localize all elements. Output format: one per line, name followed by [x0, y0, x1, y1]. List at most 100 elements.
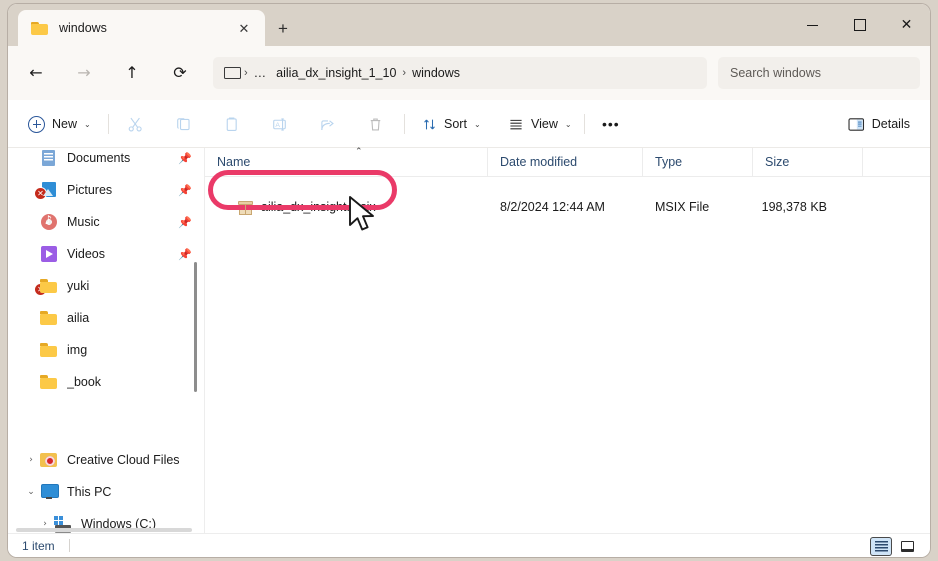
this-pc-icon	[40, 484, 58, 500]
up-button[interactable]: ↑	[116, 57, 148, 89]
chevron-right-icon[interactable]: ›	[22, 455, 40, 465]
list-icon	[508, 116, 524, 132]
toolbar-divider-3	[584, 114, 585, 134]
column-header-date-modified[interactable]: Date modified	[488, 148, 643, 177]
column-header-size[interactable]: Size	[753, 148, 863, 177]
column-header-type[interactable]: Type	[643, 148, 753, 177]
details-pane-button[interactable]: Details	[840, 108, 918, 140]
back-button[interactable]: ←	[20, 57, 52, 89]
paste-button[interactable]	[212, 108, 250, 140]
minimize-button[interactable]	[789, 4, 836, 46]
file-name-cell[interactable]: ailia_dx_insight.msix	[205, 199, 488, 215]
sidebar-item-label: Videos	[67, 247, 176, 261]
error-badge-icon: ✕	[35, 188, 46, 199]
msix-package-icon	[238, 199, 253, 215]
file-explorer-window: windows ✕ + ✕ ← → ↑ ⟳ › … ailia_dx_insig…	[8, 4, 930, 557]
sidebar-item-label: This PC	[67, 485, 200, 499]
table-row[interactable]: ailia_dx_insight.msix 8/2/2024 12:44 AM …	[205, 191, 930, 223]
column-header-name[interactable]: Name ⌃	[205, 148, 488, 177]
file-list-pane: Name ⌃ Date modified Type Size ailia_dx_…	[205, 148, 930, 533]
details-label: Details	[872, 117, 910, 131]
sidebar-item-this-pc[interactable]: ⌄ This PC	[12, 476, 200, 508]
sidebar-scrollbar-thumb[interactable]	[194, 262, 197, 392]
rename-button[interactable]: A	[260, 108, 298, 140]
sidebar-horizontal-scrollbar[interactable]	[16, 528, 192, 532]
view-label: View	[531, 117, 558, 131]
large-icons-view-icon	[901, 541, 914, 552]
column-header-label: Size	[765, 155, 789, 169]
column-header-label: Name	[217, 155, 250, 169]
sidebar-item-label: Pictures	[67, 183, 176, 197]
forward-button[interactable]: →	[68, 57, 100, 89]
copy-button[interactable]	[164, 108, 202, 140]
refresh-button[interactable]: ⟳	[164, 57, 196, 89]
sidebar-item-img[interactable]: img	[12, 334, 200, 366]
close-tab-icon[interactable]: ✕	[233, 17, 255, 39]
scissors-icon	[127, 116, 144, 133]
window-controls: ✕	[789, 4, 930, 46]
sidebar-item-creative-cloud-files[interactable]: › Creative Cloud Files	[12, 444, 200, 476]
sidebar-item-book[interactable]: _book	[12, 366, 200, 398]
sort-ascending-icon: ⌃	[355, 147, 363, 157]
sort-button[interactable]: Sort ⌄	[414, 108, 489, 140]
sort-icon	[422, 117, 437, 132]
breadcrumb-item-0[interactable]: ailia_dx_insight_1_10	[271, 66, 401, 80]
close-window-button[interactable]: ✕	[883, 4, 930, 46]
sidebar-item-label: Music	[67, 215, 176, 229]
videos-icon	[40, 246, 58, 262]
chevron-down-icon: ⌄	[565, 120, 572, 129]
title-bar: windows ✕ + ✕	[8, 4, 930, 46]
error-badge-icon: ✕	[35, 284, 46, 295]
sidebar-item-music[interactable]: Music 📌	[12, 206, 200, 238]
delete-button[interactable]	[356, 108, 394, 140]
search-box[interactable]	[718, 57, 920, 89]
sidebar-item-videos[interactable]: Videos 📌	[12, 238, 200, 270]
folder-icon	[40, 374, 58, 390]
pin-icon[interactable]: 📌	[176, 216, 194, 229]
share-button[interactable]	[308, 108, 346, 140]
pin-icon[interactable]: 📌	[176, 152, 194, 165]
sort-label: Sort	[444, 117, 467, 131]
view-button[interactable]: View ⌄	[500, 108, 580, 140]
new-button[interactable]: New ⌄	[20, 108, 99, 140]
maximize-button[interactable]	[836, 4, 883, 46]
arrow-cursor	[348, 196, 378, 236]
sidebar-item-documents[interactable]: Documents 📌	[12, 148, 200, 174]
folder-icon	[40, 310, 58, 326]
sidebar-item-label: Documents	[67, 151, 176, 165]
column-header-label: Date modified	[500, 155, 577, 169]
sidebar-item-pictures[interactable]: ✕ Pictures 📌	[12, 174, 200, 206]
chevron-down-icon: ⌄	[474, 120, 481, 129]
folder-icon	[31, 21, 48, 35]
pin-icon[interactable]: 📌	[176, 184, 194, 197]
column-header-label: Type	[655, 155, 682, 169]
monitor-icon[interactable]	[224, 67, 239, 80]
large-icons-view-toggle[interactable]	[896, 537, 918, 556]
copy-icon	[175, 116, 192, 133]
cut-button[interactable]	[116, 108, 154, 140]
file-size-cell: 198,378 KB	[753, 200, 863, 214]
creative-cloud-icon	[40, 452, 58, 468]
breadcrumb-overflow[interactable]: …	[249, 66, 272, 80]
address-bar[interactable]: › … ailia_dx_insight_1_10 › windows	[213, 57, 707, 89]
breadcrumb-item-1[interactable]: windows	[407, 66, 465, 80]
column-headers: Name ⌃ Date modified Type Size	[205, 148, 930, 177]
tab-title: windows	[59, 21, 233, 35]
navigation-pane: Documents 📌 ✕ Pictures 📌 Music 📌	[8, 148, 204, 533]
pin-icon[interactable]: 📌	[176, 248, 194, 261]
details-view-toggle[interactable]	[870, 537, 892, 556]
screen: windows ✕ + ✕ ← → ↑ ⟳ › … ailia_dx_insig…	[0, 0, 938, 561]
tab-windows[interactable]: windows ✕	[18, 10, 265, 46]
chevron-down-icon[interactable]: ⌄	[22, 487, 40, 497]
more-options-button[interactable]: •••	[594, 108, 628, 140]
sidebar-item-label: _book	[67, 375, 200, 389]
plus-icon	[28, 116, 45, 133]
search-input[interactable]	[728, 65, 910, 81]
sidebar-item-yuki[interactable]: ✕ yuki	[12, 270, 200, 302]
new-tab-button[interactable]: +	[271, 16, 295, 40]
status-bar: 1 item	[8, 533, 930, 557]
svg-text:A: A	[275, 122, 280, 129]
sidebar-item-ailia[interactable]: ailia	[12, 302, 200, 334]
trash-icon	[367, 116, 384, 133]
new-button-label: New	[52, 117, 77, 131]
